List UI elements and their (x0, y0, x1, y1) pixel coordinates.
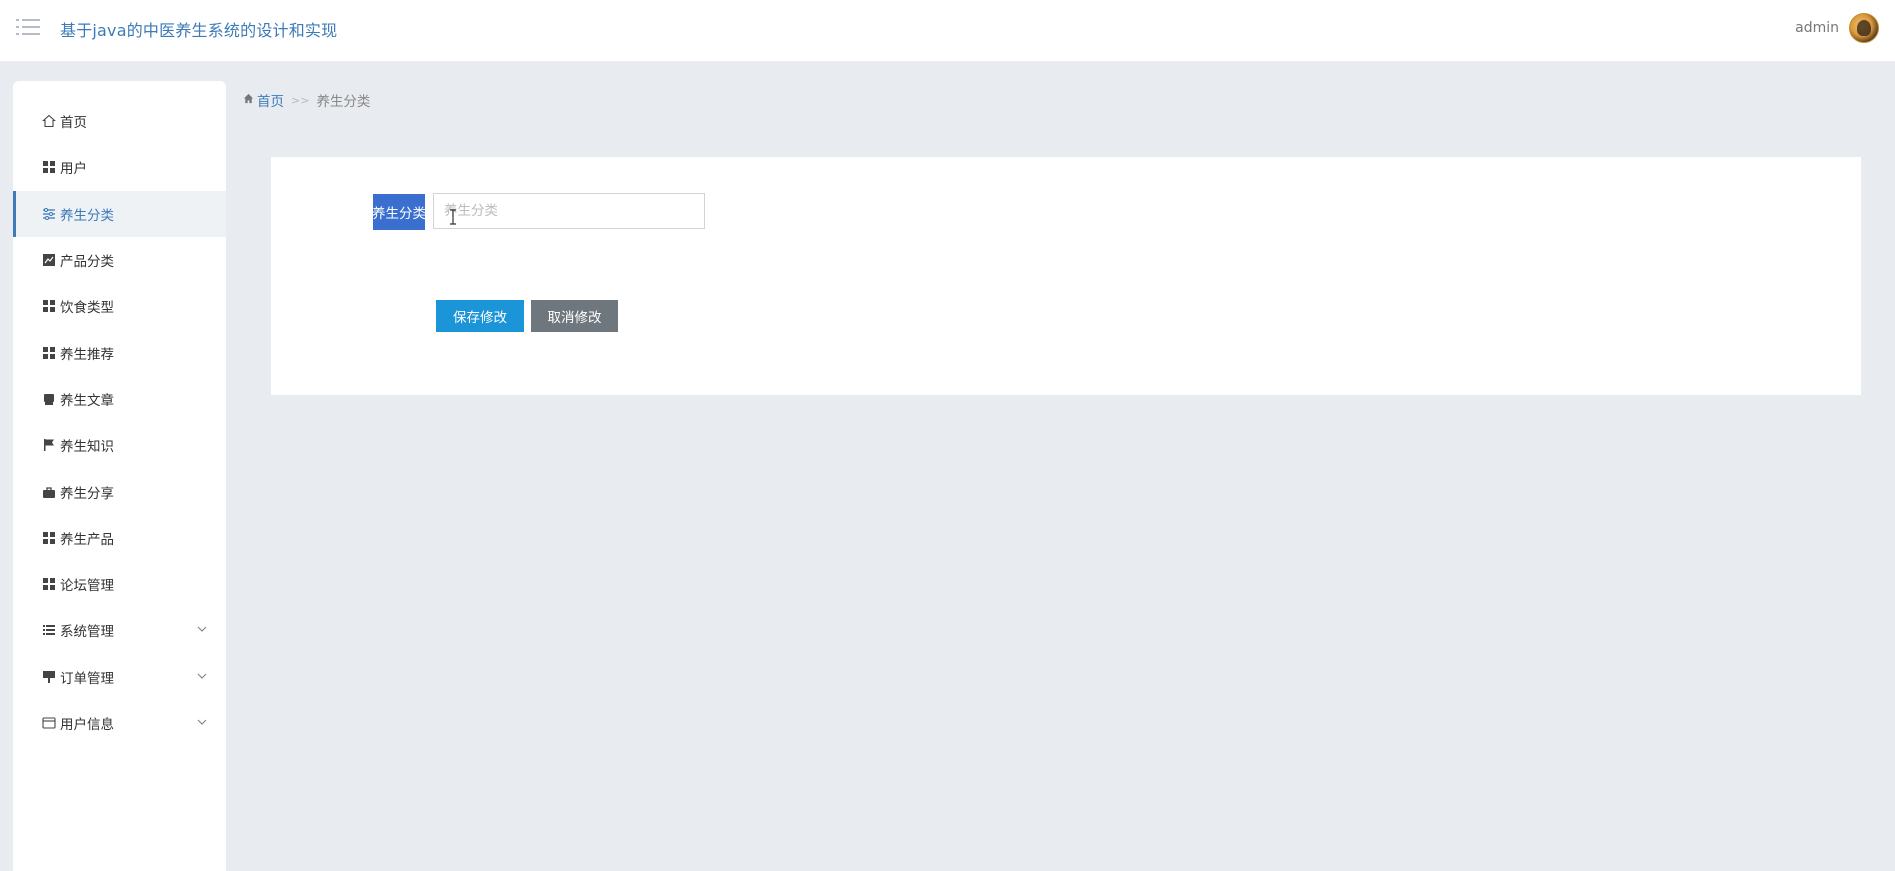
sidebar-item[interactable]: 养生知识 (13, 422, 226, 468)
text-cursor-icon (449, 209, 457, 225)
home-icon (41, 113, 57, 129)
breadcrumb-separator: >> (291, 93, 310, 107)
card-icon (41, 715, 57, 731)
sidebar-item[interactable]: 首页 (13, 98, 226, 144)
sidebar-item-label: 养生分类 (60, 207, 114, 224)
sidebar-item-label: 养生文章 (60, 392, 114, 409)
edit-form-card: 养生分类 保存修改 取消修改 (271, 157, 1861, 395)
sidebar-item-label: 系统管理 (60, 624, 114, 641)
flag-icon (41, 437, 57, 453)
sidebar-item-label: 养生推荐 (60, 346, 114, 363)
sidebar-item[interactable]: 系统管理 (13, 607, 226, 653)
home-icon (243, 92, 254, 108)
sidebar-item[interactable]: 养生分享 (13, 468, 226, 514)
sidebar-item-label: 产品分类 (60, 254, 114, 271)
chart-icon (41, 252, 57, 268)
sidebar-item[interactable]: 用户信息 (13, 700, 226, 746)
sidebar-item[interactable]: 养生分类 (13, 190, 226, 237)
save-button[interactable]: 保存修改 (436, 300, 524, 332)
sidebar-item-label: 首页 (60, 115, 87, 132)
menu-toggle-icon[interactable] (16, 17, 40, 37)
sidebar-item-label: 订单管理 (60, 670, 114, 687)
chevron-down-icon (196, 670, 208, 682)
sidebar-item-label: 养生分享 (60, 485, 114, 502)
grid-icon (41, 345, 57, 361)
sidebar-item-label: 饮食类型 (60, 300, 114, 317)
top-header: 基于java的中医养生系统的设计和实现 admin (0, 0, 1895, 61)
sidebar-item-label: 用户 (60, 161, 87, 178)
printer-icon (41, 391, 57, 407)
sliders-icon (41, 206, 57, 222)
sidebar-item[interactable]: 饮食类型 (13, 283, 226, 329)
chevron-down-icon (196, 623, 208, 635)
grid-icon (41, 530, 57, 546)
grid-icon (41, 159, 57, 175)
sidebar-item[interactable]: 养生推荐 (13, 329, 226, 375)
sidebar-item[interactable]: 养生产品 (13, 515, 226, 561)
sidebar: 首页用户养生分类产品分类饮食类型养生推荐养生文章养生知识养生分享养生产品论坛管理… (13, 81, 226, 871)
grid-icon (41, 576, 57, 592)
app-title: 基于java的中医养生系统的设计和实现 (60, 21, 338, 40)
chevron-down-icon (196, 716, 208, 728)
sidebar-item[interactable]: 养生文章 (13, 376, 226, 422)
category-field-label: 养生分类 (372, 194, 426, 230)
category-input[interactable] (433, 193, 705, 229)
briefcase-icon (41, 484, 57, 500)
sidebar-item-label: 论坛管理 (60, 578, 114, 595)
breadcrumb: 首页 >> 养生分类 (243, 90, 370, 110)
sidebar-item-label: 养生知识 (60, 439, 114, 456)
sidebar-item[interactable]: 产品分类 (13, 237, 226, 283)
sidebar-item[interactable]: 论坛管理 (13, 561, 226, 607)
username[interactable]: admin (1795, 20, 1839, 36)
list-icon (41, 622, 57, 638)
grid-icon (41, 298, 57, 314)
user-menu[interactable]: admin (1795, 12, 1879, 44)
sign-icon (41, 669, 57, 685)
cancel-button[interactable]: 取消修改 (531, 300, 618, 332)
avatar[interactable] (1849, 13, 1879, 43)
sidebar-item[interactable]: 订单管理 (13, 654, 226, 700)
sidebar-item-label: 用户信息 (60, 717, 114, 733)
sidebar-item-label: 养生产品 (60, 531, 114, 548)
breadcrumb-home[interactable]: 首页 (243, 90, 284, 110)
breadcrumb-home-label[interactable]: 首页 (257, 90, 284, 110)
sidebar-item[interactable]: 用户 (13, 144, 226, 190)
breadcrumb-current: 养生分类 (316, 94, 371, 110)
